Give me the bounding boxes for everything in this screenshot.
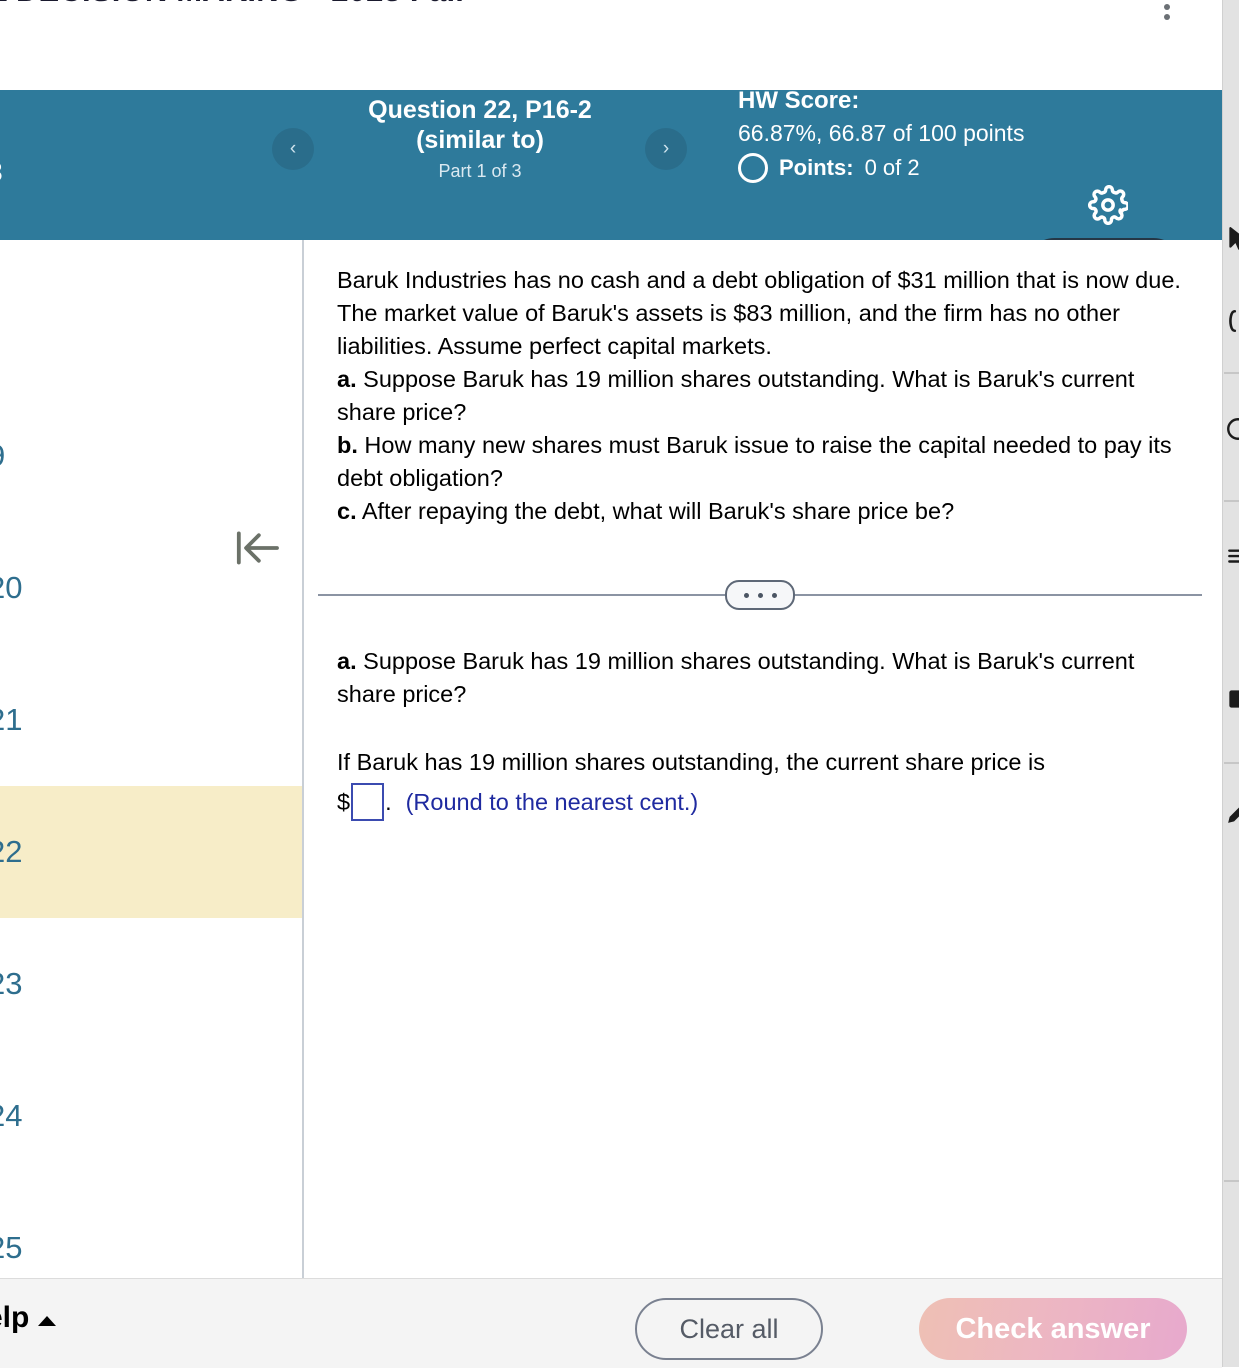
problem-statement: Baruk Industries has no cash and a debt … [337, 264, 1197, 528]
rounding-note: (Round to the nearest cent.) [405, 788, 699, 815]
question-list-items: 9 20 21 22 23 24 25 [0, 390, 302, 1278]
gear-icon[interactable] [1088, 185, 1130, 225]
body-area: list 9202122232425 Baruk Industries has … [0, 240, 1222, 1278]
problem-part-b-letter: b. [337, 432, 358, 458]
question-title: Question 22, P16-2 (similar to) [368, 96, 592, 154]
lines-icon[interactable] [1225, 542, 1239, 568]
rail-divider-4 [1224, 1180, 1239, 1182]
section-divider [318, 580, 1202, 610]
score-block: HW Score: 66.87%, 66.87 of 100 points Po… [738, 90, 1028, 183]
course-title-bar: NCIAL DECISION MAKING - 2023 Fall - [0, 0, 1222, 90]
question-number: 24 [0, 1098, 23, 1133]
problem-part-c-letter: c. [337, 498, 357, 524]
points-value: 0 of 2 [864, 155, 920, 180]
question-list-item[interactable]: 21 [0, 654, 302, 786]
active-part-question: Suppose Baruk has 19 million shares outs… [337, 648, 1135, 707]
answer-input-line: $ . (Round to the nearest cent.) [337, 783, 1167, 821]
help-button[interactable]: elp [0, 1301, 57, 1335]
clear-all-button[interactable]: Clear all [635, 1298, 823, 1360]
problem-intro: Baruk Industries has no cash and a debt … [337, 267, 1181, 359]
course-title: NCIAL DECISION MAKING - 2023 Fall - [0, 0, 483, 9]
currency-symbol: $ [337, 788, 351, 815]
caret-up-icon [38, 1316, 57, 1326]
rail-divider-3 [1224, 762, 1239, 764]
question-content: Baruk Industries has no cash and a debt … [304, 240, 1222, 1278]
score-heading: HW Score: [738, 90, 860, 114]
question-part-label: Part 1 of 3 [438, 161, 522, 181]
divider-line-right [795, 594, 1202, 596]
pointer-icon[interactable] [1225, 226, 1239, 252]
ellipsis-expand-icon[interactable] [725, 580, 795, 610]
question-number: 25 [0, 1230, 23, 1265]
active-part-prompt: a. Suppose Baruk has 19 million shares o… [337, 645, 1167, 711]
active-part-block: a. Suppose Baruk has 19 million shares o… [337, 645, 1167, 821]
rectangle-icon[interactable] [1225, 686, 1239, 712]
points-label: Points: [779, 155, 854, 180]
question-list-item[interactable]: 22 [0, 786, 302, 918]
question-number: 9 [0, 438, 5, 474]
question-list-item[interactable]: 9 [0, 390, 302, 522]
next-question-button[interactable]: › [645, 128, 687, 170]
problem-part-a-letter: a. [337, 366, 357, 392]
problem-part-a-text: Suppose Baruk has 19 million shares outs… [337, 366, 1135, 425]
question-list-item[interactable]: 24 [0, 1050, 302, 1182]
question-number: 23 [0, 966, 23, 1001]
points-status-circle-icon [738, 153, 768, 183]
circle-shape-icon[interactable] [1225, 416, 1239, 442]
active-part-letter: a. [337, 648, 357, 674]
problem-part-c-text: After repaying the debt, what will Baruk… [361, 498, 955, 524]
question-list-item[interactable]: 23 [0, 918, 302, 1050]
question-header: ork: ork 3 ‹ › Question 22, P16-2 (simil… [0, 90, 1222, 240]
rail-divider-2 [1224, 500, 1239, 502]
help-label: elp [0, 1301, 30, 1334]
question-number: 21 [0, 702, 23, 737]
more-vertical-icon[interactable] [1164, 0, 1170, 20]
problem-part-b: b. How many new shares must Baruk issue … [337, 429, 1197, 495]
score-value: 66.87%, 66.87 of 100 points [738, 120, 1025, 146]
question-number: 22 [0, 834, 23, 869]
problem-part-a: a. Suppose Baruk has 19 million shares o… [337, 363, 1197, 429]
answer-sentence: If Baruk has 19 million shares outstandi… [337, 749, 1045, 775]
answer-period: . [385, 788, 392, 815]
right-tool-rail [1222, 0, 1239, 1367]
question-list-item[interactable]: 20 [0, 522, 302, 654]
answer-input[interactable] [351, 783, 385, 821]
homework-question-page: NCIAL DECISION MAKING - 2023 Fall - ork:… [0, 0, 1239, 1368]
question-list-item[interactable]: 25 [0, 1182, 302, 1278]
question-number: 20 [0, 570, 23, 605]
rail-divider-1 [1224, 372, 1239, 374]
homework-name-line2: ork 3 [0, 154, 3, 190]
homework-name-line1: ork: [0, 118, 3, 154]
bottom-toolbar: elp Clear all Check answer [0, 1278, 1222, 1368]
points-row: Points: 0 of 2 [738, 153, 1028, 183]
problem-part-c: c. After repaying the debt, what will Ba… [337, 495, 1197, 528]
problem-part-b-text: How many new shares must Baruk issue to … [337, 432, 1172, 491]
check-answer-button[interactable]: Check answer [919, 1298, 1187, 1360]
question-title-block: Question 22, P16-2 (similar to) Part 1 o… [330, 95, 630, 182]
pencil-icon[interactable] [1225, 800, 1239, 826]
brackets-icon[interactable] [1225, 308, 1239, 334]
question-list-sidebar: list 9202122232425 [0, 240, 304, 1278]
homework-name: ork: ork 3 [0, 118, 3, 190]
previous-question-button[interactable]: ‹ [272, 128, 314, 170]
divider-line-left [318, 594, 725, 596]
